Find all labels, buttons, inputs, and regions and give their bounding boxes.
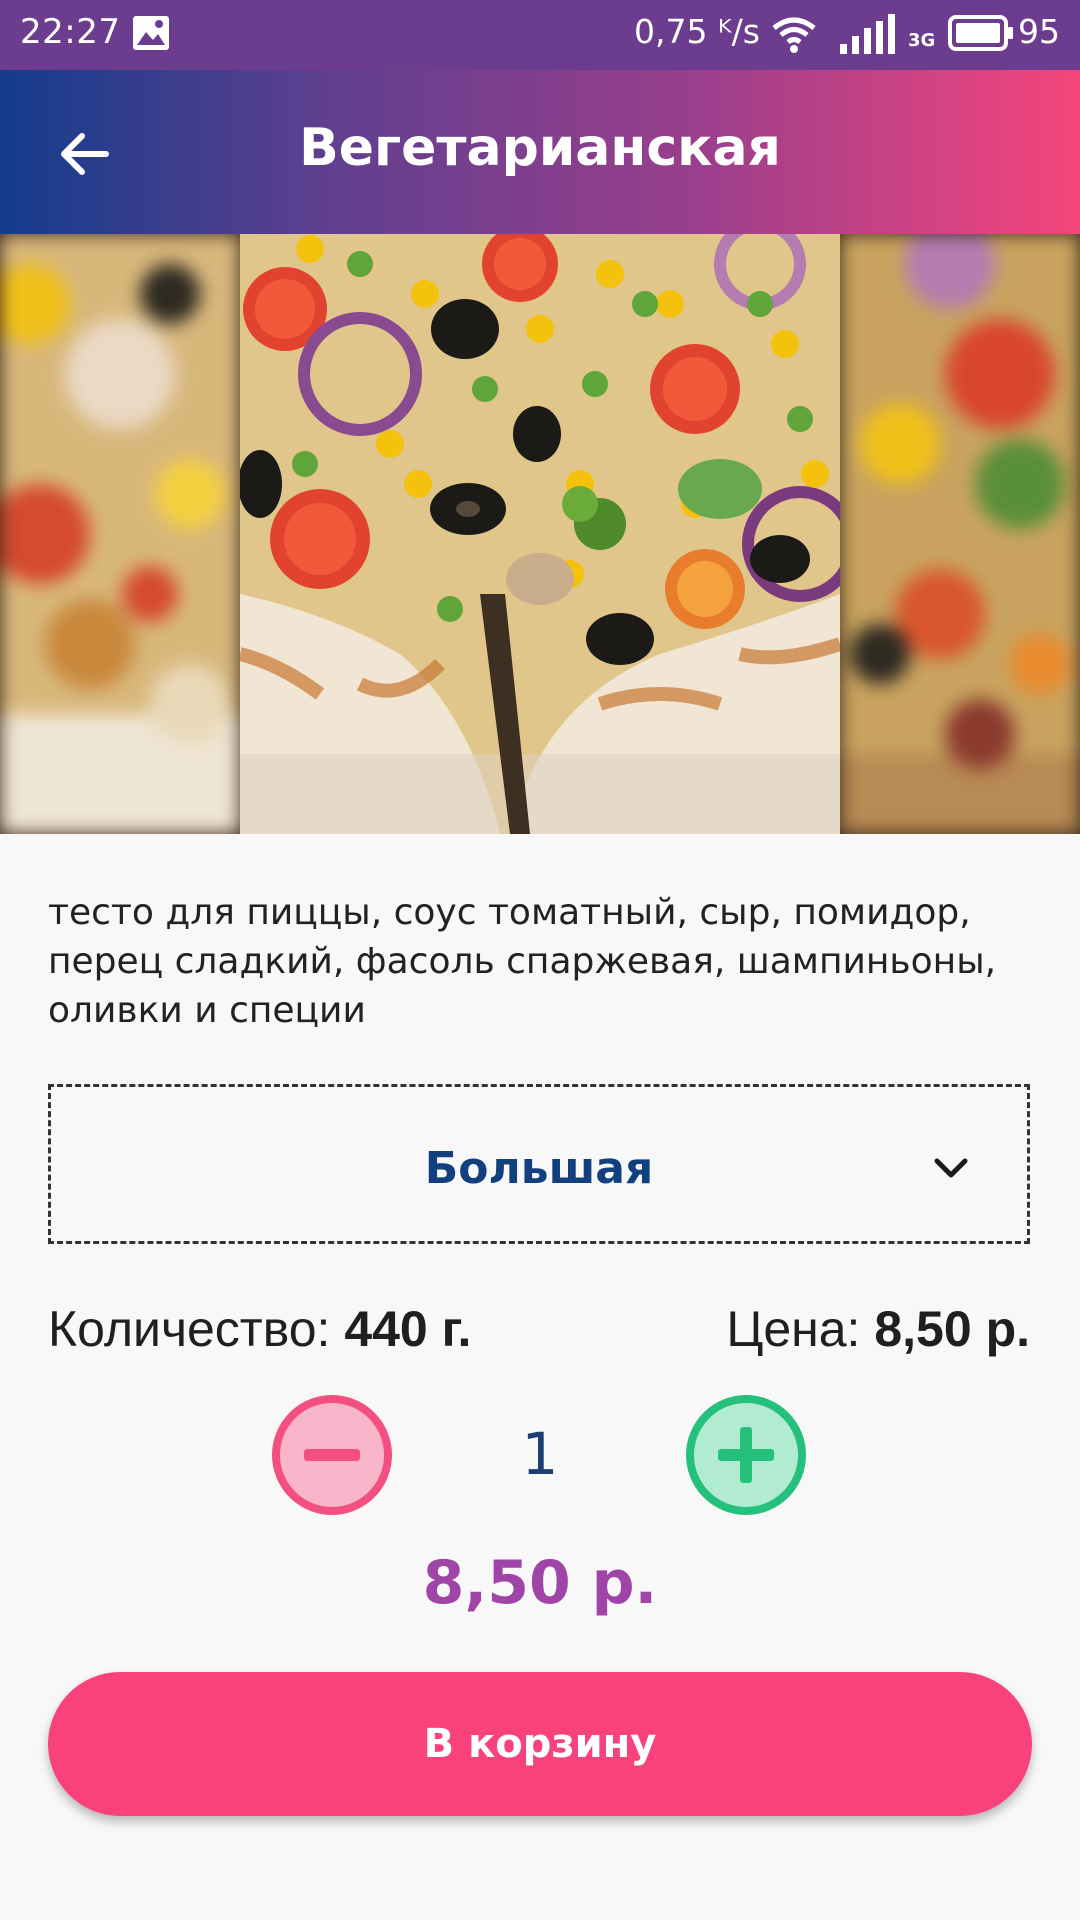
- product-image-carousel[interactable]: [0, 234, 1080, 834]
- battery-level: 95: [1018, 12, 1060, 51]
- size-dropdown[interactable]: Большая: [48, 1084, 1030, 1244]
- signal-icon: [840, 14, 895, 54]
- weight-info: Количество: 440 г.: [48, 1300, 471, 1358]
- weight-label: Количество:: [48, 1301, 331, 1357]
- quantity-value: 1: [521, 1420, 559, 1488]
- weight-price-row: Количество: 440 г. Цена: 8,50 р.: [48, 1300, 1030, 1360]
- app-toolbar: Вегетарианская: [0, 70, 1080, 234]
- price-value: 8,50 р.: [874, 1301, 1030, 1357]
- chevron-down-icon: [934, 1158, 968, 1178]
- plus-icon: [718, 1427, 774, 1483]
- pizza-image: [240, 234, 840, 834]
- network-speed: 0,75 ᴷ/s: [634, 12, 760, 51]
- price-info: Цена: 8,50 р.: [726, 1300, 1030, 1358]
- minus-icon: [304, 1449, 360, 1461]
- total-price: 8,50 р.: [422, 1548, 658, 1618]
- page-title: Вегетарианская: [299, 118, 781, 178]
- product-description: тесто для пиццы, соус томатный, сыр, пом…: [48, 892, 997, 1031]
- network-type: 3G: [908, 30, 936, 51]
- price-label: Цена:: [726, 1301, 861, 1357]
- pizza-photo: [240, 234, 840, 834]
- wifi-icon: [772, 17, 816, 53]
- decrease-quantity-button[interactable]: [272, 1395, 392, 1515]
- previous-image-preview[interactable]: [0, 234, 240, 834]
- add-to-cart-button[interactable]: В корзину: [48, 1672, 1032, 1816]
- add-to-cart-label: В корзину: [423, 1721, 657, 1767]
- status-bar: 22:27 0,75 ᴷ/s 3G 95: [0, 0, 1080, 70]
- gallery-icon: [133, 16, 169, 50]
- pizza-image-blurred: [840, 234, 1080, 834]
- next-image-preview[interactable]: [840, 234, 1080, 834]
- status-time: 22:27: [20, 12, 121, 52]
- weight-value: 440 г.: [344, 1301, 472, 1357]
- size-value: Большая: [424, 1143, 654, 1194]
- battery-icon: [948, 15, 1013, 51]
- increase-quantity-button[interactable]: [686, 1395, 806, 1515]
- product-screen: 22:27 0,75 ᴷ/s 3G 95 Вегетарианская тест…: [0, 0, 1080, 1920]
- pizza-image-blurred: [0, 234, 240, 834]
